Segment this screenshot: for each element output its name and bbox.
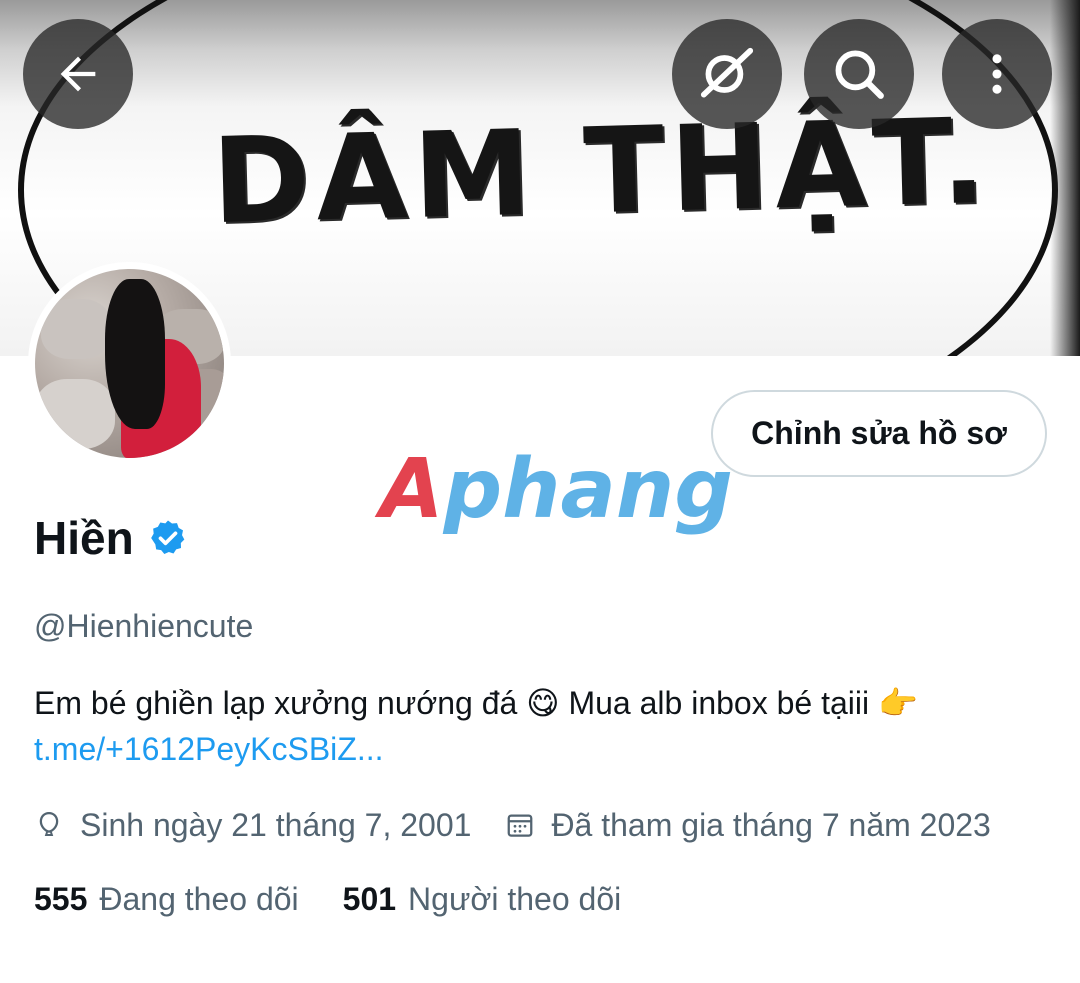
watermark-first-letter: A xyxy=(380,442,444,537)
grok-icon xyxy=(700,47,754,98)
search-icon xyxy=(835,50,884,99)
joined-text: Đã tham gia tháng 7 năm 2023 xyxy=(551,806,991,843)
following-label: Đang theo dõi xyxy=(99,880,299,917)
search-button[interactable] xyxy=(804,19,914,129)
arrow-left-icon xyxy=(60,56,96,92)
followers-link[interactable]: 501 Người theo dõi xyxy=(343,881,622,918)
banner-edge-shadow xyxy=(1050,0,1080,356)
avatar-rock xyxy=(41,299,111,359)
balloon-icon xyxy=(39,811,59,836)
avatar-rock xyxy=(35,379,115,449)
profile-bio: Em bé ghiền lạp xưởng nướng đá 😋 Mua alb… xyxy=(34,680,1054,772)
birthday-item: Sinh ngày 21 tháng 7, 2001 xyxy=(34,807,471,844)
following-count: 555 xyxy=(34,880,88,917)
display-name: Hiền xyxy=(34,512,134,564)
banner-text: DÂM THẬT. xyxy=(210,91,994,251)
joined-item: Đã tham gia tháng 7 năm 2023 xyxy=(505,806,991,844)
more-options-button[interactable] xyxy=(942,19,1052,129)
bio-text: Em bé ghiền lạp xưởng nướng đá 😋 Mua alb… xyxy=(34,685,918,721)
birthday-text: Sinh ngày 21 tháng 7, 2001 xyxy=(80,806,472,843)
following-link[interactable]: 555 Đang theo dõi xyxy=(34,881,299,918)
followers-count: 501 xyxy=(342,880,397,917)
avatar-photo xyxy=(35,269,224,458)
followers-label: Người theo dõi xyxy=(408,880,622,917)
profile-avatar[interactable] xyxy=(28,262,231,465)
watermark-rest: phang xyxy=(443,442,733,537)
avatar-hair xyxy=(105,279,165,429)
bio-link[interactable]: t.me/+1612PeyKcSBiZ... xyxy=(34,731,384,767)
calendar-icon xyxy=(508,814,533,837)
user-handle: @Hienhiencute xyxy=(34,608,254,644)
watermark-logo: Aphang xyxy=(380,440,733,540)
verified-badge-icon[interactable] xyxy=(148,518,188,558)
profile-meta: Sinh ngày 21 tháng 7, 2001 Đã tham gia t… xyxy=(34,800,991,850)
name-row: Hiền xyxy=(34,508,188,568)
edit-profile-button[interactable]: Chỉnh sửa hồ sơ xyxy=(711,390,1047,477)
back-button[interactable] xyxy=(23,19,133,129)
follow-stats: 555 Đang theo dõi 501 Người theo dõi xyxy=(34,874,621,924)
grok-button[interactable] xyxy=(672,19,782,129)
more-vertical-icon xyxy=(992,54,1002,94)
